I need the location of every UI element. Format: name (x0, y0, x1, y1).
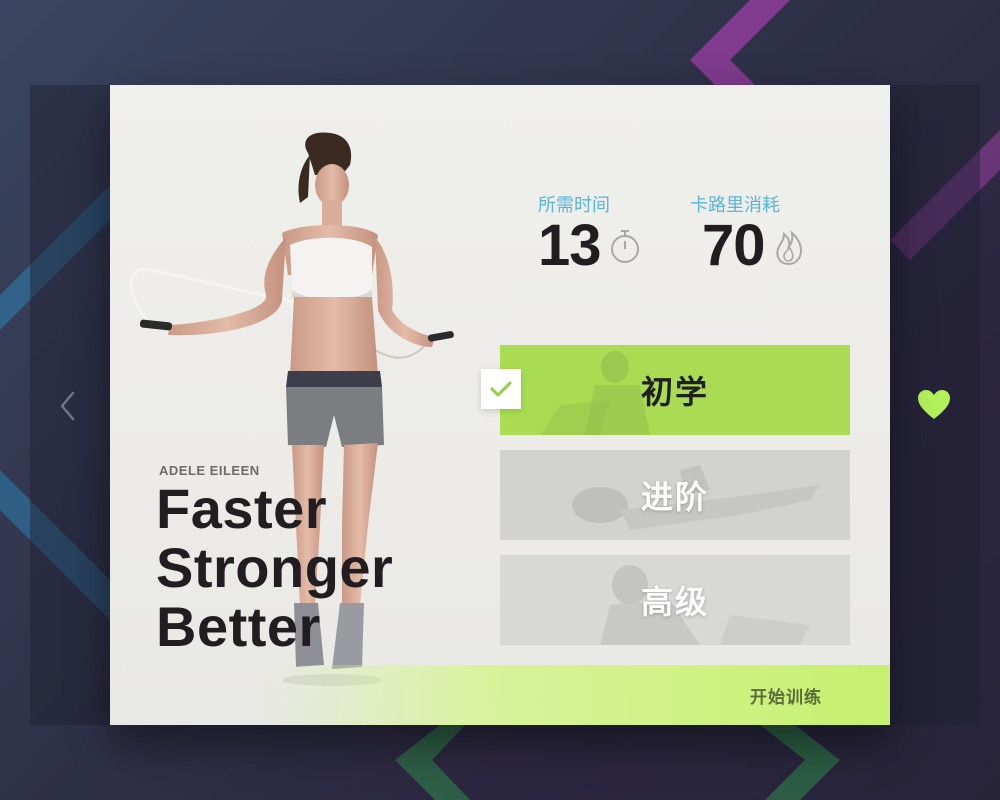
slogan-line: Faster (156, 477, 328, 540)
slogan: Faster Stronger Better (156, 479, 476, 656)
duration-stat: 所需时间 13 (538, 191, 641, 275)
level-label: 进阶 (640, 478, 709, 516)
start-training-button[interactable]: 开始训练 (750, 683, 822, 708)
workout-card: ADELE EILEEN Faster Stronger Better 所需时间… (110, 85, 890, 725)
flame-icon (773, 226, 805, 270)
duration-value: 13 (538, 213, 602, 278)
heart-icon (918, 390, 950, 419)
favorite-button[interactable] (916, 388, 952, 422)
calories-stat: 卡路里消耗 70 (690, 191, 805, 275)
check-icon (490, 381, 512, 397)
chevron-left-icon (60, 391, 75, 421)
level-option-intermediate[interactable]: 进阶 (500, 450, 850, 540)
selected-checkbox[interactable] (481, 369, 521, 409)
stopwatch-icon (609, 227, 641, 269)
slogan-line: Stronger (156, 536, 394, 599)
level-option-beginner[interactable]: 初学 (500, 345, 850, 435)
level-option-advanced[interactable]: 高级 (500, 555, 850, 645)
calories-value: 70 (702, 213, 766, 278)
level-label: 高级 (640, 583, 709, 621)
level-label: 初学 (640, 373, 709, 411)
slogan-line: Better (156, 595, 321, 658)
author-name: ADELE EILEEN (159, 463, 260, 478)
prev-button[interactable] (58, 390, 78, 422)
